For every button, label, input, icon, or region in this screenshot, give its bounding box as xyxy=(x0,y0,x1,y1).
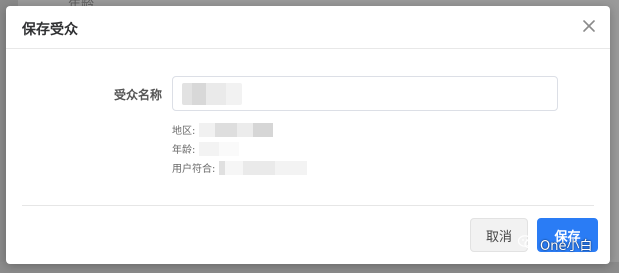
audience-name-label: 受众名称 xyxy=(113,88,162,102)
redacted-region-value xyxy=(199,122,278,137)
audience-name-row: 受众名称 xyxy=(6,76,610,112)
audience-name-input[interactable] xyxy=(172,76,558,111)
age-info: 年龄: xyxy=(172,139,317,158)
dialog-header: 保存受众 xyxy=(6,6,610,49)
footer-divider xyxy=(22,205,594,206)
region-info: 地区: xyxy=(172,120,317,139)
redacted-age-value xyxy=(199,141,240,156)
save-audience-dialog: 保存受众 受众名称 地区: 年龄: 用户符合: 取消 保存 xyxy=(6,6,610,264)
save-button[interactable]: 保存 xyxy=(537,218,598,252)
redacted-user-match-value xyxy=(219,160,318,175)
close-icon[interactable] xyxy=(580,17,598,35)
region-label: 地区: xyxy=(172,126,196,137)
user-match-info: 用户符合: xyxy=(172,158,318,177)
cancel-button[interactable]: 取消 xyxy=(470,218,528,252)
audience-info: 地区: 年龄: 用户符合: xyxy=(172,120,318,177)
user-match-label: 用户符合: xyxy=(172,164,216,175)
age-label: 年龄: xyxy=(172,145,196,156)
dialog-title: 保存受众 xyxy=(22,22,78,38)
